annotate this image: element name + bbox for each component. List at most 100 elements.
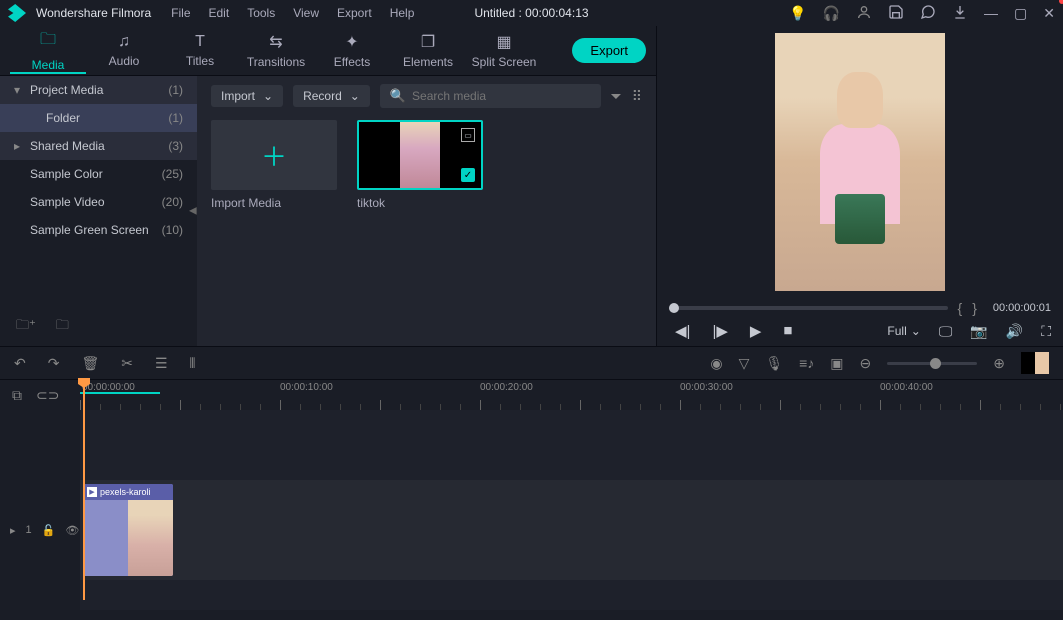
- import-thumb[interactable]: ＋: [211, 120, 337, 190]
- step-forward-icon[interactable]: |▶: [712, 322, 727, 340]
- eye-icon[interactable]: 👁: [65, 524, 79, 537]
- timeline-ruler[interactable]: 00:00:00:00 00:00:10:00 00:00:20:00 00:0…: [80, 380, 1063, 410]
- close-icon[interactable]: ✕: [1043, 5, 1055, 22]
- tab-transitions[interactable]: ⇆ Transitions: [238, 28, 314, 74]
- sidebar-item-sample-video[interactable]: Sample Video (20): [0, 188, 197, 216]
- tab-split-screen[interactable]: ▦ Split Screen: [466, 28, 542, 74]
- app-logo-icon: [8, 4, 26, 22]
- tab-media[interactable]: 🗀 Media: [10, 28, 86, 74]
- zoom-in-icon[interactable]: ⊕: [993, 355, 1005, 372]
- volume-icon[interactable]: 🔊: [1006, 323, 1023, 340]
- media-clip-tiktok[interactable]: ▭ ✓ tiktok: [357, 120, 483, 210]
- save-icon[interactable]: [888, 4, 904, 23]
- in-marker-label[interactable]: {: [958, 300, 963, 316]
- ruler-time: 00:00:20:00: [480, 382, 533, 393]
- quality-dropdown[interactable]: Full⌄: [887, 324, 920, 338]
- color-match-icon[interactable]: [1021, 352, 1049, 374]
- tab-audio[interactable]: ♫ Audio: [86, 28, 162, 74]
- out-marker-label[interactable]: }: [972, 300, 977, 316]
- mixer-icon[interactable]: ≡♪: [799, 355, 814, 371]
- chevron-right-icon[interactable]: ▸: [10, 524, 16, 537]
- playhead[interactable]: [83, 380, 85, 600]
- preview-panel: { } 00:00:00:01 ◀| |▶ ▶ ■ Full⌄ 🖵 📷 🔊 ⛶: [656, 26, 1063, 346]
- voiceover-icon[interactable]: 🎙: [765, 355, 783, 372]
- menu-view[interactable]: View: [293, 6, 319, 20]
- fullscreen-icon[interactable]: ⛶: [1041, 323, 1051, 340]
- timeline-clip[interactable]: ▶ pexels-karoli: [83, 484, 173, 576]
- menu-tools[interactable]: Tools: [247, 6, 275, 20]
- marker-icon[interactable]: ▽: [739, 355, 750, 372]
- grid-view-icon[interactable]: ⠿: [632, 88, 642, 105]
- zoom-slider[interactable]: [887, 362, 977, 365]
- tab-effects[interactable]: ✦ Effects: [314, 28, 390, 74]
- import-dropdown[interactable]: Import ⌄: [211, 85, 283, 107]
- lock-icon[interactable]: 🔓: [42, 524, 56, 537]
- clip-thumb[interactable]: ▭ ✓: [357, 120, 483, 190]
- sidebar-label: Shared Media: [30, 139, 105, 153]
- tab-label: Effects: [334, 55, 370, 69]
- lightbulb-icon[interactable]: 💡: [789, 5, 806, 22]
- collapse-sidebar-icon[interactable]: ◀: [189, 206, 197, 217]
- aspect-badge-icon: ▭: [461, 128, 475, 142]
- message-icon[interactable]: [920, 4, 936, 23]
- crop-icon[interactable]: ▣: [830, 355, 843, 372]
- menu-help[interactable]: Help: [390, 6, 415, 20]
- minimize-icon[interactable]: —: [984, 5, 998, 21]
- play-badge-icon: ▶: [87, 487, 97, 497]
- tab-elements[interactable]: ❐ Elements: [390, 28, 466, 74]
- plus-icon: ＋: [261, 137, 287, 174]
- sidebar-label: Folder: [46, 111, 80, 125]
- search-media[interactable]: 🔍: [380, 84, 601, 108]
- play-icon[interactable]: ▶: [750, 322, 762, 340]
- zoom-out-icon[interactable]: ⊖: [860, 355, 872, 372]
- app-name: Wondershare Filmora: [36, 6, 151, 20]
- delete-icon[interactable]: 🗑: [81, 355, 99, 372]
- tab-label: Transitions: [247, 55, 305, 69]
- record-dropdown[interactable]: Record ⌄: [293, 85, 370, 107]
- display-icon[interactable]: 🖵: [939, 323, 953, 340]
- sidebar-item-project-media[interactable]: ▾ Project Media (1): [0, 76, 197, 104]
- snapshot-icon[interactable]: 📷: [970, 323, 987, 340]
- preview-viewport[interactable]: [657, 26, 1063, 294]
- user-icon[interactable]: [856, 4, 872, 23]
- adjust-icon[interactable]: ☰: [155, 355, 168, 372]
- step-back-icon[interactable]: ◀|: [675, 322, 690, 340]
- video-track[interactable]: ▶ pexels-karoli: [80, 480, 1063, 580]
- maximize-icon[interactable]: ▢: [1014, 5, 1027, 22]
- sidebar-item-sample-green-screen[interactable]: Sample Green Screen (10): [0, 216, 197, 244]
- magnet-icon[interactable]: ⊂⊃: [36, 387, 59, 404]
- import-media-tile[interactable]: ＋ Import Media: [211, 120, 337, 210]
- timeline-panel: ↶ ↷ 🗑 ✂ ☰ ⫴ ◉ ▽ 🎙 ≡♪ ▣ ⊖ ⊕ ⧉ ⊂⊃ 00:00:00…: [0, 346, 1063, 610]
- chevron-down-icon: ▾: [14, 83, 26, 97]
- redo-icon[interactable]: ↷: [48, 355, 60, 372]
- tab-titles[interactable]: T Titles: [162, 28, 238, 74]
- overlap-icon[interactable]: ⧉: [12, 387, 22, 404]
- menu-edit[interactable]: Edit: [209, 6, 230, 20]
- undo-icon[interactable]: ↶: [14, 355, 26, 372]
- sidebar-item-sample-color[interactable]: Sample Color (25): [0, 160, 197, 188]
- menu-export[interactable]: Export: [337, 6, 372, 20]
- download-icon[interactable]: [952, 4, 968, 23]
- tab-label: Elements: [403, 55, 453, 69]
- audio-wave-icon[interactable]: ⫴: [190, 355, 196, 372]
- folder-icon[interactable]: 🗀: [56, 316, 69, 338]
- import-label: Import: [221, 89, 255, 103]
- search-input[interactable]: [412, 89, 591, 103]
- export-button[interactable]: Export: [572, 38, 646, 63]
- scissors-icon[interactable]: ✂: [121, 355, 133, 372]
- scrubber[interactable]: [669, 306, 948, 310]
- timeline-tracks[interactable]: ▶ pexels-karoli: [80, 410, 1063, 610]
- transition-icon: ⇆: [269, 32, 282, 52]
- menu-file[interactable]: File: [171, 6, 190, 20]
- add-folder-icon[interactable]: 🗀⁺: [16, 316, 36, 338]
- sidebar-item-shared-media[interactable]: ▸ Shared Media (3): [0, 132, 197, 160]
- sidebar-count: (25): [162, 167, 183, 181]
- sidebar-item-folder[interactable]: Folder (1): [0, 104, 197, 132]
- stop-icon[interactable]: ■: [783, 322, 792, 340]
- tab-label: Titles: [186, 54, 214, 68]
- sidebar-count: (10): [162, 223, 183, 237]
- headphones-icon[interactable]: 🎧: [823, 5, 840, 22]
- filter-icon[interactable]: ⏷: [611, 88, 622, 105]
- tab-label: Split Screen: [472, 55, 537, 69]
- render-icon[interactable]: ◉: [710, 355, 722, 372]
